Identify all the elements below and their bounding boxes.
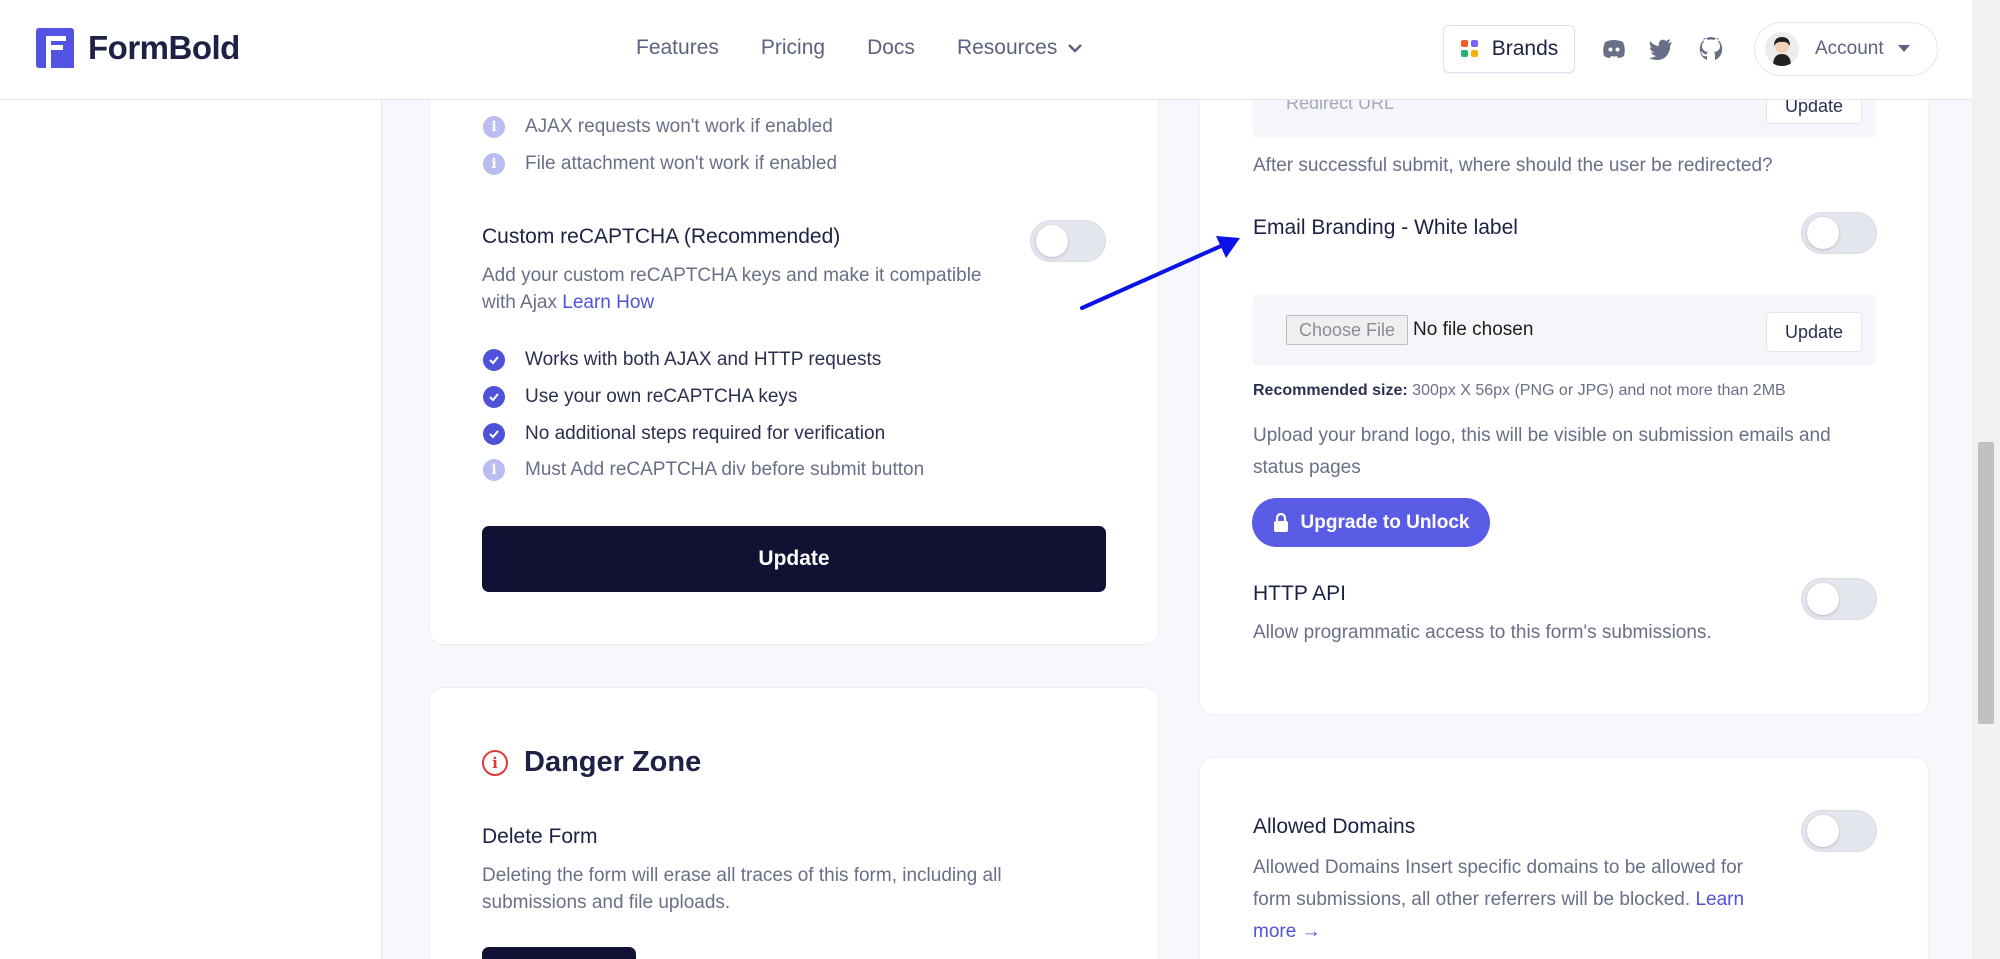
info-item: i AJAX requests won't work if enabled bbox=[483, 116, 833, 138]
delete-form-description: Deleting the form will erase all traces … bbox=[482, 865, 1002, 913]
page-scrollbar[interactable] bbox=[1972, 0, 2000, 959]
avatar bbox=[1765, 32, 1799, 66]
annotation-arrow-icon bbox=[1080, 236, 1240, 310]
allowed-domains-title: Allowed Domains bbox=[1253, 815, 1416, 838]
allowed-domains-toggle[interactable] bbox=[1801, 810, 1877, 852]
logo[interactable]: FormBold bbox=[36, 28, 240, 68]
main-nav: Features Pricing Docs Resources bbox=[636, 36, 1083, 60]
check-icon bbox=[483, 349, 505, 371]
warning-icon: i bbox=[482, 749, 508, 776]
scrollbar-thumb[interactable] bbox=[1978, 442, 1994, 724]
chevron-down-icon bbox=[1068, 44, 1083, 53]
left-sidebar bbox=[0, 0, 382, 959]
danger-zone-card bbox=[429, 687, 1159, 959]
discord-icon[interactable] bbox=[1600, 35, 1628, 63]
recaptcha-description: Add your custom reCAPTCHA keys and make … bbox=[482, 265, 982, 313]
brands-button[interactable]: Brands bbox=[1443, 25, 1575, 73]
http-api-description: Allow programmatic access to this form's… bbox=[1253, 622, 1712, 643]
learn-more-link[interactable]: Learn bbox=[1695, 889, 1744, 910]
info-item: i Must Add reCAPTCHA div before submit b… bbox=[483, 459, 924, 481]
brands-grid-icon bbox=[1460, 40, 1478, 57]
info-item: i File attachment won't work if enabled bbox=[483, 153, 837, 175]
nav-features[interactable]: Features bbox=[636, 36, 719, 60]
account-menu[interactable]: Account bbox=[1754, 22, 1938, 76]
http-api-title: HTTP API bbox=[1253, 582, 1346, 605]
check-item: Works with both AJAX and HTTP requests bbox=[483, 349, 881, 371]
delete-form-button[interactable] bbox=[482, 947, 636, 959]
delete-form-title: Delete Form bbox=[482, 825, 598, 848]
recaptcha-update-button[interactable]: Update bbox=[482, 526, 1106, 592]
formbold-logo-icon bbox=[36, 28, 74, 68]
email-branding-toggle[interactable] bbox=[1801, 212, 1877, 254]
upload-description: Upload your brand logo, this will be vis… bbox=[1253, 425, 1831, 478]
recaptcha-title: Custom reCAPTCHA (Recommended) bbox=[482, 225, 841, 248]
check-item: No additional steps required for verific… bbox=[483, 423, 885, 445]
nav-pricing[interactable]: Pricing bbox=[761, 36, 825, 60]
check-icon bbox=[483, 386, 505, 408]
recommended-size: Recommended size: 300px X 56px (PNG or J… bbox=[1253, 382, 1786, 399]
info-icon: i bbox=[483, 153, 505, 175]
logo-update-button[interactable]: Update bbox=[1766, 312, 1862, 352]
top-header: FormBold Features Pricing Docs Resources… bbox=[0, 0, 1972, 100]
redirect-help-text: After successful submit, where should th… bbox=[1253, 155, 1773, 176]
http-api-toggle[interactable] bbox=[1801, 578, 1877, 620]
nav-resources-label: Resources bbox=[956, 36, 1058, 59]
nav-resources[interactable]: Resources bbox=[957, 36, 1083, 60]
caret-down-icon bbox=[1897, 45, 1910, 52]
choose-file-button[interactable]: Choose File bbox=[1286, 315, 1408, 345]
nav-docs[interactable]: Docs bbox=[867, 36, 915, 60]
info-icon: i bbox=[483, 459, 505, 481]
upgrade-to-unlock-button[interactable]: Upgrade to Unlock bbox=[1252, 498, 1490, 547]
info-icon: i bbox=[483, 116, 505, 138]
no-file-text: No file chosen bbox=[1413, 319, 1534, 340]
brand-name: FormBold bbox=[88, 29, 240, 66]
danger-zone-title: i Danger Zone bbox=[482, 746, 701, 779]
allowed-domains-description: Allowed Domains Insert specific domains … bbox=[1253, 852, 1744, 948]
lock-icon bbox=[1273, 513, 1288, 532]
check-item: Use your own reCAPTCHA keys bbox=[483, 386, 797, 408]
brands-label: Brands bbox=[1491, 37, 1559, 60]
check-icon bbox=[483, 423, 505, 445]
twitter-icon[interactable] bbox=[1647, 35, 1675, 63]
github-icon[interactable] bbox=[1697, 35, 1725, 63]
learn-how-link[interactable]: Learn How bbox=[562, 292, 654, 313]
account-label: Account bbox=[1815, 38, 1884, 59]
learn-more-link-cont[interactable]: more → bbox=[1253, 916, 1744, 948]
email-branding-title: Email Branding - White label bbox=[1253, 216, 1518, 239]
